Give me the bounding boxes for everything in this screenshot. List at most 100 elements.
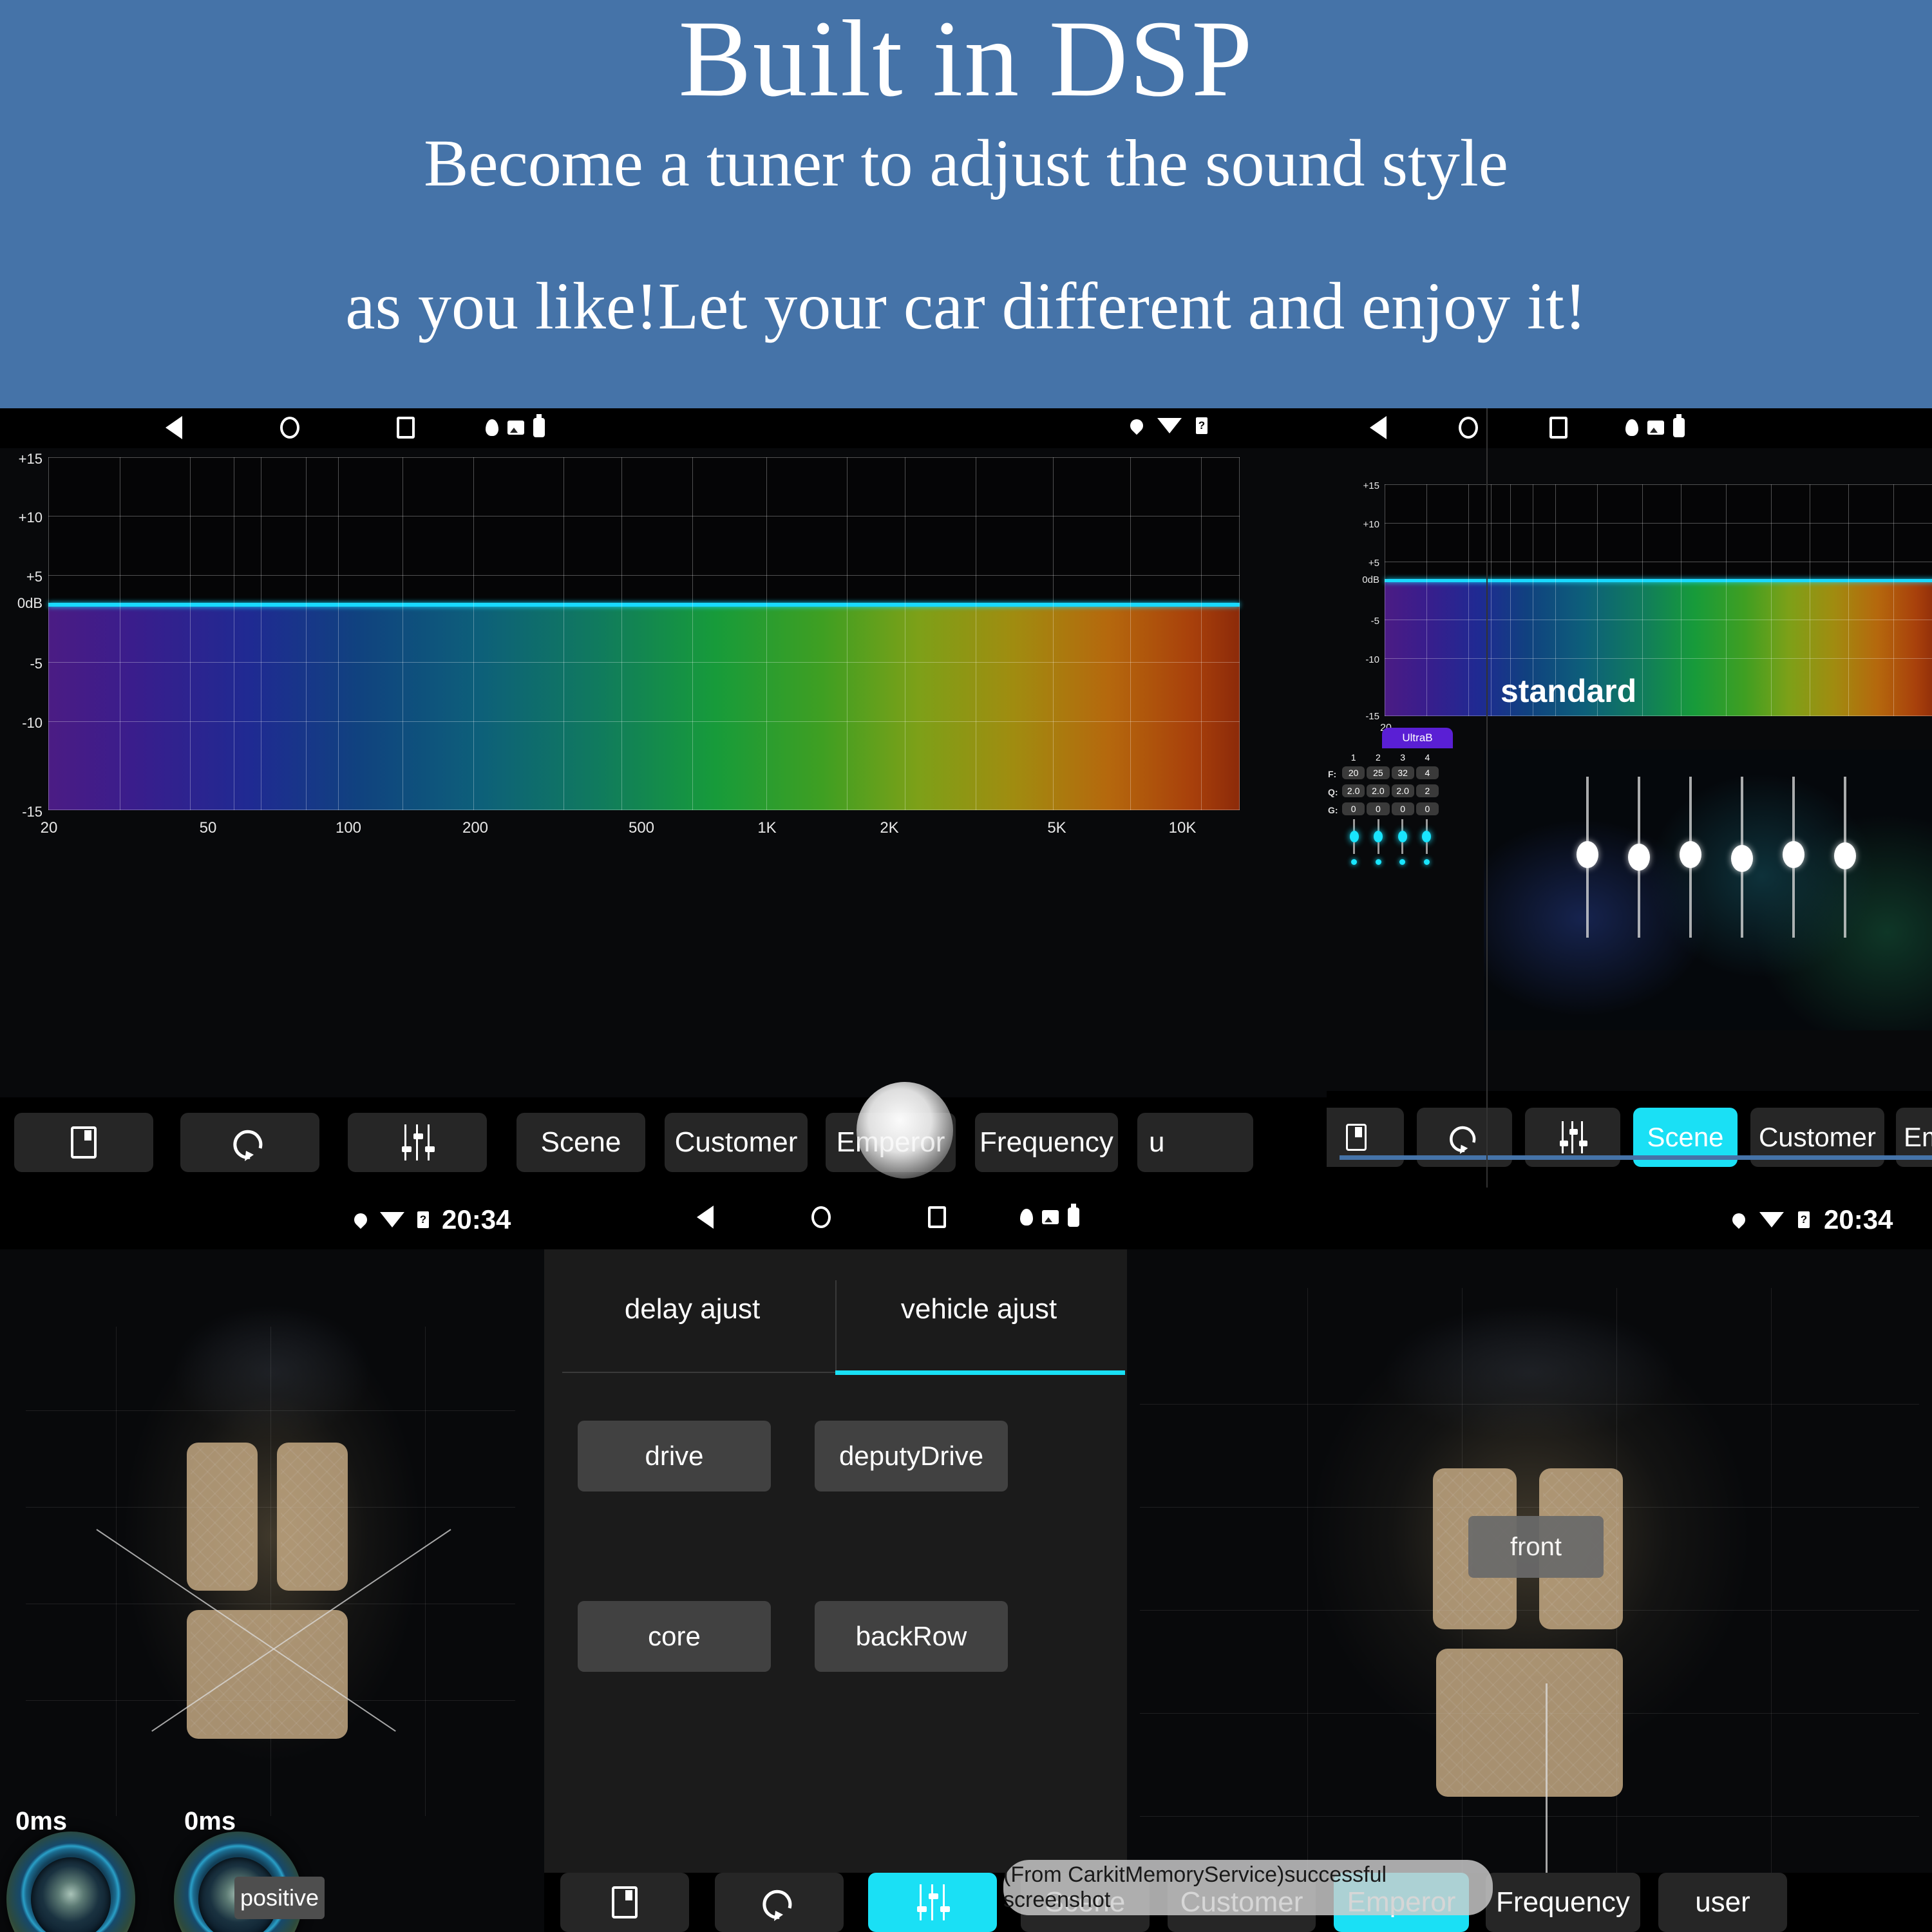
drive-button[interactable]: drive [578, 1421, 771, 1492]
gain-cell-secondary[interactable]: 0 [1391, 802, 1414, 815]
usb-icon [1068, 1204, 1079, 1227]
band-slider-secondary[interactable] [1415, 819, 1439, 865]
tab-vehicle-ajust[interactable]: vehicle ajust [837, 1293, 1121, 1325]
band-index-secondary: 1 [1350, 752, 1356, 762]
y-axis-label-secondary: -5 [1370, 616, 1379, 627]
reset-button-bottom[interactable] [715, 1873, 844, 1932]
x-axis-label: 200 [462, 819, 489, 837]
q-value-row-secondary[interactable]: 2.0 2.0 2.0 2 [1342, 784, 1439, 797]
tab-delay-ajust[interactable]: delay ajust [551, 1293, 834, 1325]
delay-value-front-right: 0ms [184, 1807, 236, 1835]
gain-value-row-secondary[interactable]: 0000 [1342, 802, 1439, 815]
eq-toolbar-secondary: Scene Customer Em [1327, 1091, 1932, 1188]
eq-response-chart[interactable]: +15 +10 +5 0dB -5 -10 -15 20 50 100 200 … [0, 448, 1243, 854]
recents-icon[interactable] [928, 1206, 946, 1228]
frequency-button[interactable]: Frequency [975, 1113, 1118, 1172]
band-index-secondary: 3 [1400, 752, 1406, 762]
equalizer-button[interactable] [348, 1113, 487, 1172]
gain-row-label-secondary: G: [1328, 805, 1338, 815]
polarity-button-top[interactable]: positive [234, 1877, 325, 1919]
back-icon[interactable] [697, 1206, 714, 1229]
location-icon [1127, 416, 1146, 435]
shield-icon [1020, 1209, 1033, 1226]
band-slider-secondary[interactable] [1342, 819, 1367, 865]
delay-value-front-left: 0ms [15, 1807, 68, 1835]
save-button-bottom[interactable] [560, 1873, 689, 1932]
vehicle-adjust-content: delay ajust vehicle ajust drive deputyDr… [544, 1249, 1127, 1932]
q-cell-secondary[interactable]: 2.0 [1342, 784, 1365, 797]
frequency-cell-secondary[interactable]: 20 [1342, 766, 1365, 779]
front-button[interactable]: front [1468, 1516, 1604, 1578]
customer-button[interactable]: Customer [665, 1113, 808, 1172]
car-top-view-image [0, 1249, 544, 1932]
recents-icon[interactable] [397, 417, 415, 439]
recents-icon[interactable] [1549, 417, 1567, 439]
y-axis-label: +10 [18, 509, 43, 526]
gallery-icon [1042, 1210, 1059, 1224]
banner-subtitle-2: as you like!Let your car different and e… [345, 269, 1587, 343]
location-icon [1729, 1210, 1748, 1229]
x-axis-label: 2K [880, 819, 899, 837]
equalizer-icon [1560, 1121, 1587, 1153]
frequency-value-row-secondary[interactable]: 20 25 32 4 [1342, 766, 1439, 779]
home-icon[interactable] [280, 417, 299, 439]
frequency-cell-secondary[interactable]: 25 [1367, 766, 1390, 779]
tab-indicator-active [835, 1370, 1125, 1375]
eq-parameter-table-secondary: F: Q: G: 1234 20 25 32 4 2.0 2.0 2.0 2 0000 [1327, 748, 1488, 877]
y-axis-label: +5 [26, 569, 43, 585]
q-cell-secondary[interactable]: 2.0 [1367, 784, 1390, 797]
wifi-icon [380, 1212, 404, 1227]
band-slider-secondary[interactable] [1367, 819, 1391, 865]
x-axis-label: 1K [757, 819, 777, 837]
eq-zero-line-secondary [1385, 579, 1932, 582]
status-bar-left: ? 20:34 [0, 1188, 544, 1249]
user-button-bottom[interactable]: user [1658, 1873, 1787, 1932]
preset-name-label: standard [1501, 673, 1637, 709]
banner-title: Built in DSP [678, 0, 1254, 119]
gallery-icon [507, 421, 524, 435]
clock: 20:34 [442, 1204, 511, 1235]
y-axis-label: -5 [30, 656, 43, 672]
frequency-row-label-secondary: F: [1328, 769, 1337, 779]
equalizer-button-bottom[interactable] [868, 1873, 997, 1932]
deputy-drive-button[interactable]: deputyDrive [815, 1421, 1008, 1492]
gain-cell-secondary[interactable]: 0 [1367, 802, 1390, 815]
frequency-button-bottom[interactable]: Frequency [1486, 1873, 1640, 1932]
home-icon[interactable] [1459, 417, 1478, 439]
reset-icon [233, 1130, 263, 1161]
y-axis-label: +15 [18, 451, 43, 467]
q-cell-secondary[interactable]: 2 [1416, 784, 1439, 797]
y-axis-label-secondary: +10 [1363, 519, 1379, 530]
frequency-cell-secondary[interactable]: 32 [1391, 766, 1414, 779]
user-button[interactable]: u [1137, 1113, 1253, 1172]
wifi-icon [1157, 418, 1182, 433]
touch-indicator [857, 1082, 953, 1179]
core-button[interactable]: core [578, 1601, 771, 1672]
band-slider-secondary[interactable] [1390, 819, 1415, 865]
band-index-row-secondary: 1 2 3 4 [1342, 751, 1439, 764]
band-index-secondary: 4 [1425, 752, 1430, 762]
band-slider-row-secondary[interactable] [1342, 819, 1439, 865]
back-icon[interactable] [1370, 416, 1387, 439]
y-axis-label-secondary: -10 [1365, 654, 1379, 665]
wifi-icon [1759, 1212, 1784, 1227]
scene-button[interactable]: Scene [516, 1113, 645, 1172]
location-icon [351, 1210, 370, 1229]
back-icon[interactable] [166, 416, 182, 439]
scene-slider-backdrop [1484, 750, 1932, 1030]
equalizer-icon [402, 1124, 435, 1160]
shield-icon [486, 419, 498, 436]
save-button[interactable] [14, 1113, 153, 1172]
x-axis-label: 5K [1047, 819, 1066, 837]
car-top-view-image-right [1127, 1249, 1932, 1932]
battery-icon: ? [417, 1211, 429, 1228]
shield-icon [1625, 419, 1638, 436]
q-cell-secondary[interactable]: 2.0 [1391, 784, 1414, 797]
gain-cell-secondary[interactable]: 0 [1342, 802, 1365, 815]
home-icon[interactable] [811, 1206, 831, 1228]
back-row-button[interactable]: backRow [815, 1601, 1008, 1672]
panel-divider [1486, 408, 1488, 1188]
reset-button[interactable] [180, 1113, 319, 1172]
gain-cell-secondary[interactable]: 0 [1416, 802, 1439, 815]
frequency-cell-secondary[interactable]: 4 [1416, 766, 1439, 779]
